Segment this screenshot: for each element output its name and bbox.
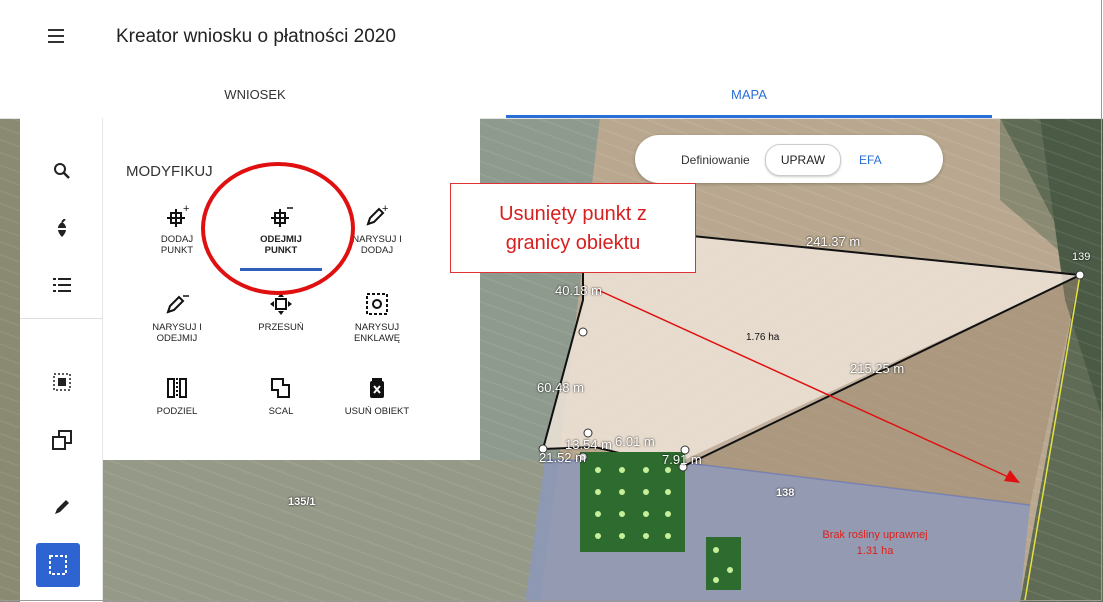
modify-frame-icon[interactable] xyxy=(36,543,80,587)
app-header: Kreator wniosku o płatności 2020 xyxy=(0,0,1103,72)
map-edge-length-label: 60.48 m xyxy=(537,380,584,395)
tool-label: PRZESUŃ xyxy=(258,322,304,333)
definition-toggle: Definiowanie UPRAW EFA xyxy=(635,135,943,183)
tab-mapa[interactable]: MAPA xyxy=(506,72,992,118)
no-crop-area: 1.31 ha xyxy=(856,545,894,557)
annotation-line: granicy obiektu xyxy=(505,232,641,254)
draw-subtract-icon xyxy=(127,290,227,318)
no-crop-text: Brak rośliny uprawnej xyxy=(822,529,928,541)
svg-text:+: + xyxy=(382,204,388,215)
highlight-circle xyxy=(201,162,355,295)
crop-icon[interactable] xyxy=(45,212,79,246)
sidebar-divider xyxy=(20,318,102,319)
page-title: Kreator wniosku o płatności 2020 xyxy=(116,26,396,47)
map-edge-length-label: 241.37 m xyxy=(806,234,861,249)
svg-text:+: + xyxy=(183,204,189,215)
split-icon xyxy=(127,374,227,402)
toggle-label: Definiowanie xyxy=(681,153,750,167)
tool-label: ENKLAWĘ xyxy=(353,333,401,344)
map-parcel-number: 138 xyxy=(776,487,795,499)
tool-label: SCAL xyxy=(268,406,294,417)
enclave-button[interactable]: NARYSUJ ENKLAWĘ xyxy=(327,290,427,344)
tool-label: USUŃ OBIEKT xyxy=(344,406,410,417)
list-icon[interactable] xyxy=(45,268,79,302)
merge-button[interactable]: SCAL xyxy=(231,374,331,417)
no-crop-label: Brak rośliny uprawnej 1.31 ha xyxy=(770,527,980,559)
copy-icon[interactable] xyxy=(45,423,79,457)
tab-bar: WNIOSEK MAPA xyxy=(0,72,1103,119)
map-parcel-number: 135/1 xyxy=(288,496,316,508)
delete-object-button[interactable]: USUŃ OBIEKT xyxy=(327,374,427,417)
map-edge-length-label: 6.01 m xyxy=(615,434,655,449)
tool-label: NARYSUJ xyxy=(354,322,400,333)
delete-object-icon xyxy=(327,374,427,402)
map-edge-length-label: 215.25 m xyxy=(850,361,905,376)
map-edge-length-label: 21.52 m xyxy=(539,450,586,465)
select-area-icon[interactable] xyxy=(45,365,79,399)
pencil-icon[interactable] xyxy=(45,490,79,524)
annotation-box: Usunięty punkt z granicy obiektu xyxy=(450,183,696,273)
tool-label: NARYSUJ I xyxy=(152,322,202,333)
annotation-line: Usunięty punkt z xyxy=(499,203,647,225)
active-tab-indicator xyxy=(506,115,992,118)
merge-icon xyxy=(231,374,331,402)
toggle-upraw-button[interactable]: UPRAW xyxy=(765,144,841,176)
map-area-label: 1.76 ha xyxy=(746,332,780,343)
map-edge-length-label: 40.18 m xyxy=(555,283,602,298)
draw-subtract-button[interactable]: NARYSUJ I ODEJMIJ xyxy=(127,290,227,344)
map-edge-length-label: 7.91 m xyxy=(662,452,702,467)
annotation-text: Usunięty punkt z granicy obiektu xyxy=(451,200,695,258)
panel-title: MODYFIKUJ xyxy=(126,163,213,180)
move-button[interactable]: PRZESUŃ xyxy=(231,290,331,333)
map-parcel-number: 139 xyxy=(1072,251,1091,263)
enclave-icon xyxy=(327,290,427,318)
toggle-efa-button[interactable]: EFA xyxy=(859,153,882,167)
search-icon[interactable] xyxy=(45,154,79,188)
sidebar xyxy=(20,118,103,602)
split-button[interactable]: PODZIEL xyxy=(127,374,227,417)
tab-wniosek[interactable]: WNIOSEK xyxy=(100,72,410,118)
tool-label: ODEJMIJ xyxy=(156,333,198,344)
tool-label: PODZIEL xyxy=(156,406,198,417)
menu-button[interactable] xyxy=(44,22,74,50)
